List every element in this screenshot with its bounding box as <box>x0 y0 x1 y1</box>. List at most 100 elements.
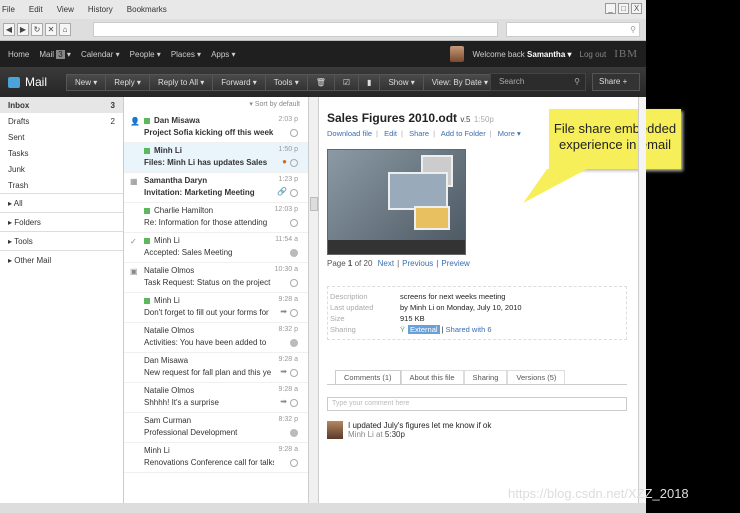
trash-icon[interactable]: 🗑 <box>306 73 335 91</box>
status-circle-icon[interactable] <box>290 369 298 377</box>
menu-edit[interactable]: Edit <box>29 5 43 14</box>
show-button[interactable]: Show ▾ <box>379 73 424 91</box>
home-icon[interactable]: ⌂ <box>59 23 71 36</box>
add-to-folder-link[interactable]: Add to Folder <box>441 129 486 138</box>
status-circle-icon[interactable] <box>290 219 298 227</box>
status-bar <box>0 503 646 513</box>
list-item[interactable]: Minh Li Don't forget to fill out your for… <box>124 293 308 323</box>
nav-apps[interactable]: Apps ▾ <box>211 50 235 59</box>
tab-about[interactable]: About this file <box>400 370 464 384</box>
sidebar-item-inbox[interactable]: Inbox 3 <box>0 97 123 113</box>
forward-button[interactable]: Forward ▾ <box>212 73 266 91</box>
comment-input[interactable]: Type your comment here <box>327 397 627 411</box>
reply-button[interactable]: Reply ▾ <box>105 73 150 91</box>
browser-search-input[interactable]: ⚲ <box>506 22 640 37</box>
previous-link[interactable]: Previous <box>402 259 433 268</box>
edit-link[interactable]: Edit <box>384 129 397 138</box>
mail-app-title: Mail <box>8 75 66 89</box>
list-item[interactable]: 👤 Dan Misawa Project Sofia kicking off thi… <box>124 113 308 143</box>
sender: Charlie Hamilton <box>154 206 214 215</box>
list-item[interactable]: Natalie Olmos Shhhh! It's a surprise 9:28 … <box>124 383 308 413</box>
nav-calendar[interactable]: Calendar ▾ <box>81 50 120 59</box>
user-menu[interactable]: Samantha ▾ <box>527 50 571 59</box>
subject: Professional Development <box>144 428 238 437</box>
sidebar-item-trash[interactable]: Trash <box>0 177 123 193</box>
status-circle-icon[interactable] <box>290 159 298 167</box>
nav-places[interactable]: Places ▾ <box>171 50 201 59</box>
list-item[interactable]: ✓ Minh Li Accepted: Sales Meeting 11:54 a <box>124 233 308 263</box>
status-circle-icon[interactable] <box>290 399 298 407</box>
tab-comments[interactable]: Comments (1) <box>335 370 401 384</box>
share-link[interactable]: Share <box>409 129 429 138</box>
callout-annotation: File share embedded experience in email <box>549 109 681 169</box>
sidebar-item-junk[interactable]: Junk <box>0 161 123 177</box>
file-preview-image[interactable] <box>327 149 466 255</box>
sidebar-item-count: 2 <box>110 116 115 126</box>
sidebar-group[interactable]: ▸ Tools <box>0 231 123 250</box>
status-circle-icon[interactable] <box>290 249 298 257</box>
share-button[interactable]: Share + <box>592 73 640 91</box>
photo <box>414 206 450 230</box>
maximize-button[interactable]: □ <box>618 3 629 14</box>
next-link[interactable]: Next <box>378 259 394 268</box>
minimize-button[interactable]: _ <box>605 3 616 14</box>
tools-button[interactable]: Tools ▾ <box>264 73 308 91</box>
checklist-icon[interactable]: ☑ <box>333 73 360 91</box>
status-circle-icon[interactable] <box>290 189 298 197</box>
sidebar-item-sent[interactable]: Sent <box>0 129 123 145</box>
status-circle-icon[interactable] <box>290 129 298 137</box>
list-item[interactable]: Charlie Hamilton Re: Information for thos… <box>124 203 308 233</box>
menu-view[interactable]: View <box>57 5 74 14</box>
tab-versions[interactable]: Versions (5) <box>507 370 566 384</box>
menu-history[interactable]: History <box>88 5 113 14</box>
more-link[interactable]: More ▾ <box>498 129 521 138</box>
back-icon[interactable]: ◀ <box>3 23 15 36</box>
url-input[interactable] <box>93 22 498 37</box>
view-by-date-button[interactable]: View: By Date ▾ <box>422 73 498 91</box>
clipboard-icon[interactable]: ▮ <box>358 73 381 91</box>
list-item[interactable]: ▣ Natalie Olmos Task Request: Status on th… <box>124 263 308 293</box>
mail-search-input[interactable]: Search ⚲ <box>490 73 586 91</box>
tab-sharing[interactable]: Sharing <box>463 370 508 384</box>
close-button[interactable]: X <box>631 3 642 14</box>
list-item[interactable]: Sam Curman Professional Development 8:32 p <box>124 413 308 443</box>
list-item[interactable]: Minh Li Files: Minh Li has updates Sales 1… <box>124 143 308 173</box>
comment-author: Minh Li at <box>348 430 383 439</box>
sidebar-group[interactable]: ▸ Other Mail <box>0 250 123 269</box>
list-item[interactable]: Minh Li Renovations Conference call for t… <box>124 443 308 473</box>
forward-icon[interactable]: ▶ <box>17 23 29 36</box>
shared-with-link[interactable]: Shared with 6 <box>446 325 492 334</box>
status-circle-icon[interactable] <box>290 339 298 347</box>
subject: Accepted: Sales Meeting <box>144 248 233 257</box>
sort-dropdown[interactable]: ▾ Sort by default <box>124 97 308 113</box>
sidebar-item-label: Inbox <box>8 100 30 110</box>
new-button[interactable]: New ▾ <box>66 73 107 91</box>
nav-people[interactable]: People ▾ <box>130 50 161 59</box>
preview-scrollbar[interactable] <box>638 97 646 503</box>
menu-file[interactable]: File <box>2 5 15 14</box>
sidebar-item-tasks[interactable]: Tasks <box>0 145 123 161</box>
status-circle-icon[interactable] <box>290 279 298 287</box>
status-circle-icon[interactable] <box>290 429 298 437</box>
list-scrollbar[interactable] <box>309 97 319 503</box>
sidebar-group[interactable]: ▸ All <box>0 193 123 212</box>
download-link[interactable]: Download file <box>327 129 372 138</box>
nav-home[interactable]: Home <box>8 50 29 59</box>
nav-mail[interactable]: Mail 3 ▾ <box>39 49 71 59</box>
menu-bookmarks[interactable]: Bookmarks <box>127 5 167 14</box>
list-item[interactable]: Natalie Olmos Activities: You have been a… <box>124 323 308 353</box>
sidebar-item-drafts[interactable]: Drafts 2 <box>0 113 123 129</box>
sidebar-group[interactable]: ▸ Folders <box>0 212 123 231</box>
list-item[interactable]: Dan Misawa New request for fall plan and … <box>124 353 308 383</box>
list-item[interactable]: ▦ Samantha Daryn Invitation: Marketing Mee… <box>124 173 308 203</box>
time: 11:54 a <box>275 236 298 243</box>
preview-link[interactable]: Preview <box>441 259 469 268</box>
status-circle-icon[interactable] <box>290 309 298 317</box>
status-circle-icon[interactable] <box>290 459 298 467</box>
stop-icon[interactable]: ✕ <box>45 23 57 36</box>
reply-all-button[interactable]: Reply to All ▾ <box>148 73 214 91</box>
logout-link[interactable]: Log out <box>580 50 607 59</box>
scrollbar-thumb[interactable] <box>310 197 318 211</box>
mail-toolbar: Mail New ▾ Reply ▾ Reply to All ▾ Forwar… <box>0 67 646 97</box>
reload-icon[interactable]: ↻ <box>31 23 43 36</box>
